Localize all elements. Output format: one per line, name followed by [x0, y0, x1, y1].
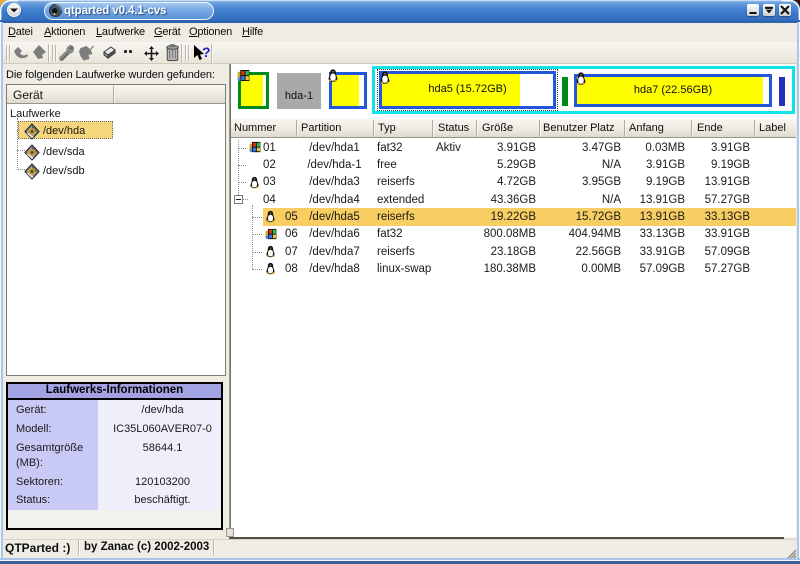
svg-text:?: ?	[202, 44, 211, 60]
